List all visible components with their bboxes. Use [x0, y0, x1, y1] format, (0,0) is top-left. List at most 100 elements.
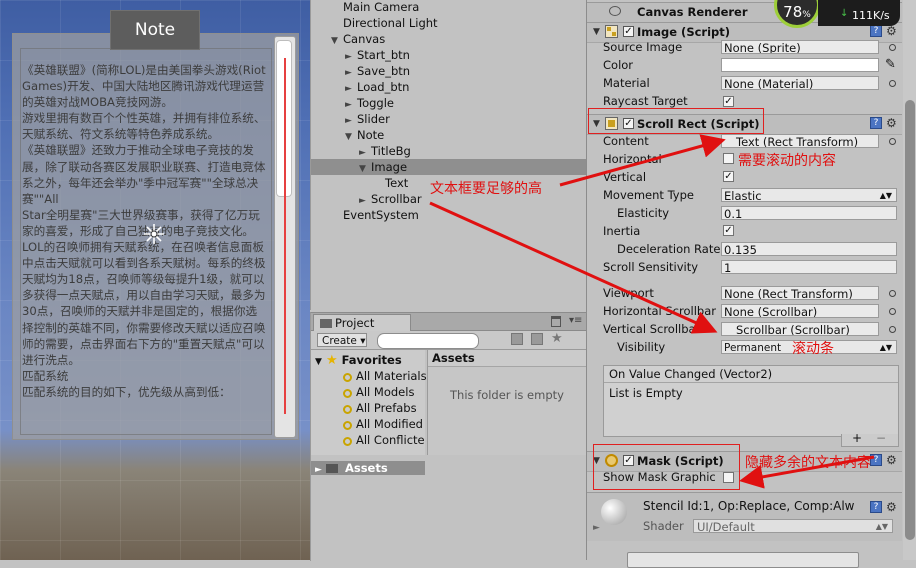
move-gizmo-icon[interactable]	[142, 222, 166, 246]
favorites-expand-icon[interactable]: ▼	[315, 357, 322, 367]
hierarchy-item[interactable]: ► Slider	[311, 111, 587, 127]
material-field[interactable]: None (Material)	[721, 76, 879, 90]
hierarchy-item-label: Load_btn	[357, 80, 410, 94]
help-icon[interactable]: ?	[870, 454, 882, 466]
visibility-value: Permanent	[724, 342, 782, 354]
hierarchy-item-label: Text	[385, 176, 409, 190]
help-icon[interactable]: ?	[870, 501, 882, 513]
mask-highlight-box	[593, 444, 740, 490]
color-field[interactable]	[721, 58, 879, 72]
scene-view[interactable]: Note 《英雄联盟》(简称LOL)是由美国拳头游戏(Riot Games)开发…	[0, 0, 310, 560]
material-sphere-icon	[601, 499, 627, 525]
eyedropper-icon[interactable]: ✎	[885, 57, 896, 72]
star-filter-icon[interactable]: ★	[551, 331, 563, 346]
project-panel: Project ▾≡ Create ▾ ★ ▼ ★ Favorites All …	[310, 312, 592, 561]
image-enabled-checkbox[interactable]: ✓	[623, 26, 634, 37]
hierarchy-item-label: Slider	[357, 112, 390, 126]
source-image-field[interactable]: None (Sprite)	[721, 40, 879, 54]
assets-folder-row[interactable]: ► Assets	[311, 461, 425, 475]
project-tab-bar: Project ▾≡	[311, 313, 587, 331]
remove-event-icon[interactable]: −	[876, 431, 886, 445]
horizontal-scrollbar-label: Horizontal Scrollbar	[603, 304, 716, 318]
image-expand-icon[interactable]: ▼	[593, 27, 600, 37]
note-text: 《英雄联盟》(简称LOL)是由美国拳头游戏(Riot Games)开发、中国大陆…	[22, 63, 266, 399]
raycast-target-checkbox[interactable]: ✓	[723, 96, 734, 107]
hierarchy-item-label: Image	[371, 160, 408, 174]
object-picker-icon[interactable]	[889, 80, 896, 87]
stencil-info: Stencil Id:1, Op:Replace, Comp:Alw	[643, 499, 855, 513]
hierarchy-item[interactable]: ▼ Note	[311, 127, 587, 143]
hierarchy-item[interactable]: ► Toggle	[311, 95, 587, 111]
hierarchy-item[interactable]: ► Start_btn	[311, 47, 587, 63]
deceleration-rate-field[interactable]: 0.135	[721, 242, 897, 256]
dropdown-arrow-icon: ▲▼	[879, 343, 892, 352]
hierarchy-item[interactable]: ► TitleBg	[311, 143, 587, 159]
object-picker-icon[interactable]	[889, 138, 896, 145]
favorites-column: ▼ ★ Favorites All Materials All Models All…	[311, 350, 427, 455]
project-search-input[interactable]	[377, 333, 479, 349]
gear-icon[interactable]: ⚙	[886, 453, 897, 467]
assets-folder-icon	[325, 464, 338, 473]
hierarchy-item[interactable]: Main Camera	[311, 0, 587, 15]
object-picker-icon[interactable]	[889, 290, 896, 297]
elasticity-field[interactable]: 0.1	[721, 206, 897, 220]
hierarchy-item[interactable]: Directional Light	[311, 15, 587, 31]
shader-dropdown[interactable]: UI/Default ▲▼	[693, 519, 893, 534]
scroll-sensitivity-field[interactable]: 1	[721, 260, 897, 274]
favorites-item[interactable]: All Modified	[343, 416, 423, 432]
on-value-changed-event: On Value Changed (Vector2) List is Empty	[603, 365, 899, 437]
material-expand-icon[interactable]: ►	[593, 523, 600, 533]
deceleration-rate-label: Deceleration Rate	[617, 242, 721, 256]
hierarchy-item-label: Start_btn	[357, 48, 410, 62]
eye-icon	[609, 6, 621, 16]
hierarchy-item[interactable]: ► Load_btn	[311, 79, 587, 95]
favorites-item[interactable]: All Models	[343, 384, 414, 400]
movement-type-dropdown[interactable]: Elastic ▲▼	[721, 188, 897, 202]
object-picker-icon[interactable]	[889, 308, 896, 315]
search-icon	[343, 421, 352, 430]
gear-icon[interactable]: ⚙	[886, 116, 897, 130]
content-field[interactable]: Text (Rect Transform)	[721, 134, 879, 148]
gear-icon[interactable]: ⚙	[886, 500, 897, 514]
event-header: On Value Changed (Vector2)	[604, 366, 898, 383]
favorites-header[interactable]: ▼ ★ Favorites	[315, 352, 402, 368]
tab-project[interactable]: Project	[313, 314, 411, 331]
assets-expand-icon[interactable]: ►	[315, 465, 322, 475]
hierarchy-item[interactable]: ▼ Canvas	[311, 31, 587, 47]
favorites-item[interactable]: All Materials	[343, 368, 427, 384]
hierarchy-item[interactable]: ▼ Image	[311, 159, 587, 175]
add-event-icon[interactable]: +	[852, 431, 862, 445]
cpu-gauge: 78%	[774, 0, 820, 28]
panel-menu-icon[interactable]: ▾≡	[569, 315, 582, 326]
material-label: Material	[603, 76, 650, 90]
content-annotation: 需要滚动的内容	[738, 153, 836, 169]
inspector-scrollbar-handle[interactable]	[905, 100, 915, 540]
filter-label-icon[interactable]	[531, 333, 543, 345]
dropdown-arrow-icon: ▲▼	[875, 522, 888, 531]
inertia-checkbox[interactable]: ✓	[723, 225, 734, 236]
favorites-item[interactable]: All Prefabs	[343, 400, 417, 416]
vertical-scrollbar-field[interactable]: Scrollbar (Scrollbar)	[721, 322, 879, 336]
hierarchy-item[interactable]: EventSystem	[311, 207, 587, 223]
horizontal-checkbox[interactable]	[723, 153, 734, 164]
text-height-annotation: 文本框要足够的高	[430, 181, 542, 197]
favorites-star-icon: ★	[325, 353, 338, 368]
favorites-item[interactable]: All Conflicte	[343, 432, 425, 448]
viewport-field[interactable]: None (Rect Transform)	[721, 286, 879, 300]
canvas-renderer-title: Canvas Renderer	[637, 5, 748, 19]
help-icon[interactable]: ?	[870, 117, 882, 129]
horizontal-scrollbar-field[interactable]: None (Scrollbar)	[721, 304, 879, 318]
search-icon	[343, 437, 352, 446]
hierarchy-panel: Main Camera Directional Light ▼ Canvas ► Star…	[310, 0, 587, 310]
hierarchy-item[interactable]: ► Save_btn	[311, 63, 587, 79]
vertical-checkbox[interactable]: ✓	[723, 171, 734, 182]
create-button[interactable]: Create ▾	[317, 333, 367, 347]
add-component-button[interactable]	[627, 552, 859, 568]
tab-project-label: Project	[335, 316, 375, 330]
inertia-label: Inertia	[603, 224, 641, 238]
object-picker-icon[interactable]	[889, 44, 896, 51]
object-picker-icon[interactable]	[889, 326, 896, 333]
filter-type-icon[interactable]	[511, 333, 523, 345]
lock-icon[interactable]	[551, 316, 561, 327]
hierarchy-item-label: Note	[357, 128, 385, 142]
